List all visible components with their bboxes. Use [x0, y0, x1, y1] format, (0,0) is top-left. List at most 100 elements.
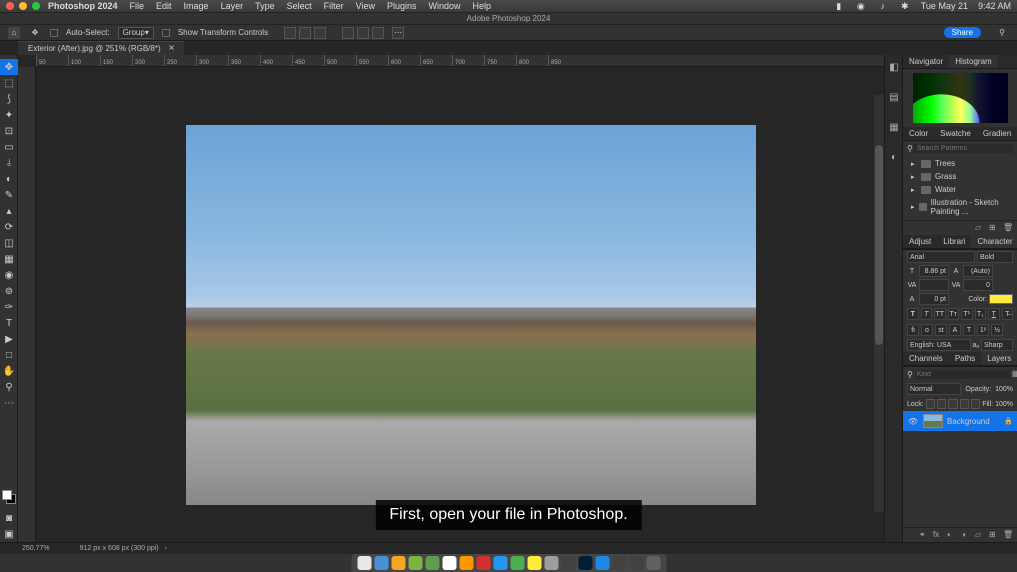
- lock-artboard-icon[interactable]: [960, 399, 969, 409]
- dock-app-other1[interactable]: [595, 556, 609, 570]
- lock-all-icon[interactable]: [971, 399, 980, 409]
- dock-app-calendar[interactable]: [442, 556, 456, 570]
- history-brush-tool[interactable]: ⟳: [0, 219, 18, 235]
- eraser-tool[interactable]: ◫: [0, 235, 18, 251]
- clone-stamp-tool[interactable]: ▴: [0, 203, 18, 219]
- delete-icon[interactable]: 🗑: [1003, 223, 1013, 233]
- dock-app-facetime[interactable]: [425, 556, 439, 570]
- character-tab[interactable]: Character: [971, 235, 1017, 248]
- layer-mask-icon[interactable]: ◐: [947, 530, 957, 540]
- app-menu[interactable]: Photoshop 2024: [48, 1, 118, 11]
- auto-select-dropdown[interactable]: Group ▾: [118, 27, 154, 39]
- titling-button[interactable]: T: [963, 324, 975, 336]
- foreground-color[interactable]: [2, 490, 12, 500]
- patterns-search-input[interactable]: [913, 144, 1013, 153]
- layer-thumbnail[interactable]: [923, 414, 943, 428]
- rectangle-tool[interactable]: □: [0, 347, 18, 363]
- dock-app-safari[interactable]: [374, 556, 388, 570]
- libraries-panel-icon[interactable]: ▦: [885, 119, 903, 135]
- fractions-button[interactable]: ½: [991, 324, 1003, 336]
- more-options-icon[interactable]: ⋯: [392, 27, 404, 39]
- dock-app-notes[interactable]: [459, 556, 473, 570]
- vertical-ruler[interactable]: [18, 67, 36, 542]
- brush-tool[interactable]: ✎: [0, 187, 18, 203]
- text-color-swatch[interactable]: [989, 294, 1013, 304]
- ligatures-button[interactable]: fi: [907, 324, 919, 336]
- align-bottom-icon[interactable]: [372, 27, 384, 39]
- align-left-icon[interactable]: [284, 27, 296, 39]
- oldstyle-button[interactable]: o: [921, 324, 933, 336]
- blend-mode-dropdown[interactable]: Normal: [907, 383, 961, 395]
- status-chevron-icon[interactable]: ›: [165, 545, 167, 552]
- eyedropper-tool[interactable]: ⫰: [0, 155, 18, 171]
- properties-panel-icon[interactable]: ▤: [885, 89, 903, 105]
- font-family-dropdown[interactable]: Arial: [907, 251, 975, 263]
- layer-group-icon[interactable]: ▱: [975, 530, 985, 540]
- leading-input[interactable]: [963, 265, 993, 277]
- share-button[interactable]: Share: [944, 27, 981, 38]
- font-size-input[interactable]: [919, 265, 949, 277]
- gradient-tool[interactable]: ▦: [0, 251, 18, 267]
- type-tool[interactable]: T: [0, 315, 18, 331]
- close-window-button[interactable]: [6, 2, 14, 10]
- dock-app-word[interactable]: [493, 556, 507, 570]
- paths-tab[interactable]: Paths: [949, 352, 981, 365]
- gradients-tab[interactable]: Gradien: [977, 127, 1017, 140]
- opacity-value[interactable]: 100%: [995, 386, 1013, 393]
- antialiasing-dropdown[interactable]: Sharp: [981, 339, 1013, 351]
- dock-app-photoshop[interactable]: [578, 556, 592, 570]
- maximize-window-button[interactable]: [32, 2, 40, 10]
- histogram-display[interactable]: [913, 73, 1008, 123]
- blur-tool[interactable]: ◉: [0, 267, 18, 283]
- view-menu[interactable]: View: [356, 1, 375, 11]
- canvas-image[interactable]: [186, 125, 756, 505]
- lock-transparency-icon[interactable]: [926, 399, 935, 409]
- dock-app-chrome[interactable]: [527, 556, 541, 570]
- dock-app-other2[interactable]: [612, 556, 626, 570]
- libraries-tab[interactable]: Librari: [937, 235, 971, 248]
- dock-app-other3[interactable]: [629, 556, 643, 570]
- healing-brush-tool[interactable]: ◐: [0, 171, 18, 187]
- screen-mode-tool[interactable]: ▣: [0, 526, 18, 542]
- scrollbar-thumb[interactable]: [875, 145, 883, 345]
- italic-button[interactable]: T: [921, 308, 933, 320]
- lock-pixels-icon[interactable]: [937, 399, 946, 409]
- marquee-tool[interactable]: ⬚: [0, 75, 18, 91]
- window-menu[interactable]: Window: [429, 1, 461, 11]
- canvas-viewport[interactable]: [36, 67, 884, 542]
- document-info[interactable]: 912 px x 608 px (300 ppi): [80, 545, 159, 552]
- layer-background[interactable]: 👁 Background 🔒: [903, 411, 1017, 431]
- strikethrough-button[interactable]: T̶: [1002, 308, 1014, 320]
- link-layers-icon[interactable]: ⚭: [919, 530, 929, 540]
- contextual-button[interactable]: st: [935, 324, 947, 336]
- lock-icon[interactable]: 🔒: [1004, 417, 1013, 425]
- lock-position-icon[interactable]: [948, 399, 957, 409]
- adjustment-layer-icon[interactable]: ◑: [961, 530, 971, 540]
- underline-button[interactable]: T: [988, 308, 1000, 320]
- magic-wand-tool[interactable]: ✦: [0, 107, 18, 123]
- kerning-dropdown[interactable]: [919, 279, 949, 291]
- filter-menu[interactable]: Filter: [324, 1, 344, 11]
- swatches-tab[interactable]: Swatche: [934, 127, 977, 140]
- allcaps-button[interactable]: TT: [934, 308, 946, 320]
- bluetooth-icon[interactable]: ✱: [899, 0, 911, 12]
- layer-menu[interactable]: Layer: [221, 1, 244, 11]
- move-tool[interactable]: ✥: [0, 59, 18, 75]
- new-pattern-icon[interactable]: ⊞: [989, 223, 999, 233]
- swash-button[interactable]: A: [949, 324, 961, 336]
- select-menu[interactable]: Select: [287, 1, 312, 11]
- edit-toolbar[interactable]: ⋯: [0, 395, 18, 411]
- show-transform-checkbox[interactable]: [162, 29, 170, 37]
- battery-icon[interactable]: ▮: [833, 0, 845, 12]
- dodge-tool[interactable]: ⊚: [0, 283, 18, 299]
- layers-tab[interactable]: Layers: [981, 352, 1017, 365]
- color-swatches[interactable]: [0, 488, 18, 506]
- pattern-folder-grass[interactable]: ▸ Grass: [907, 170, 1013, 183]
- close-tab-button[interactable]: ×: [169, 43, 175, 54]
- auto-select-checkbox[interactable]: [50, 29, 58, 37]
- ordinals-button[interactable]: 1ˢ: [977, 324, 989, 336]
- dock-app-acrobat[interactable]: [476, 556, 490, 570]
- dock-app-messages[interactable]: [408, 556, 422, 570]
- font-weight-dropdown[interactable]: Bold: [977, 251, 1013, 263]
- histogram-tab[interactable]: Histogram: [949, 55, 997, 68]
